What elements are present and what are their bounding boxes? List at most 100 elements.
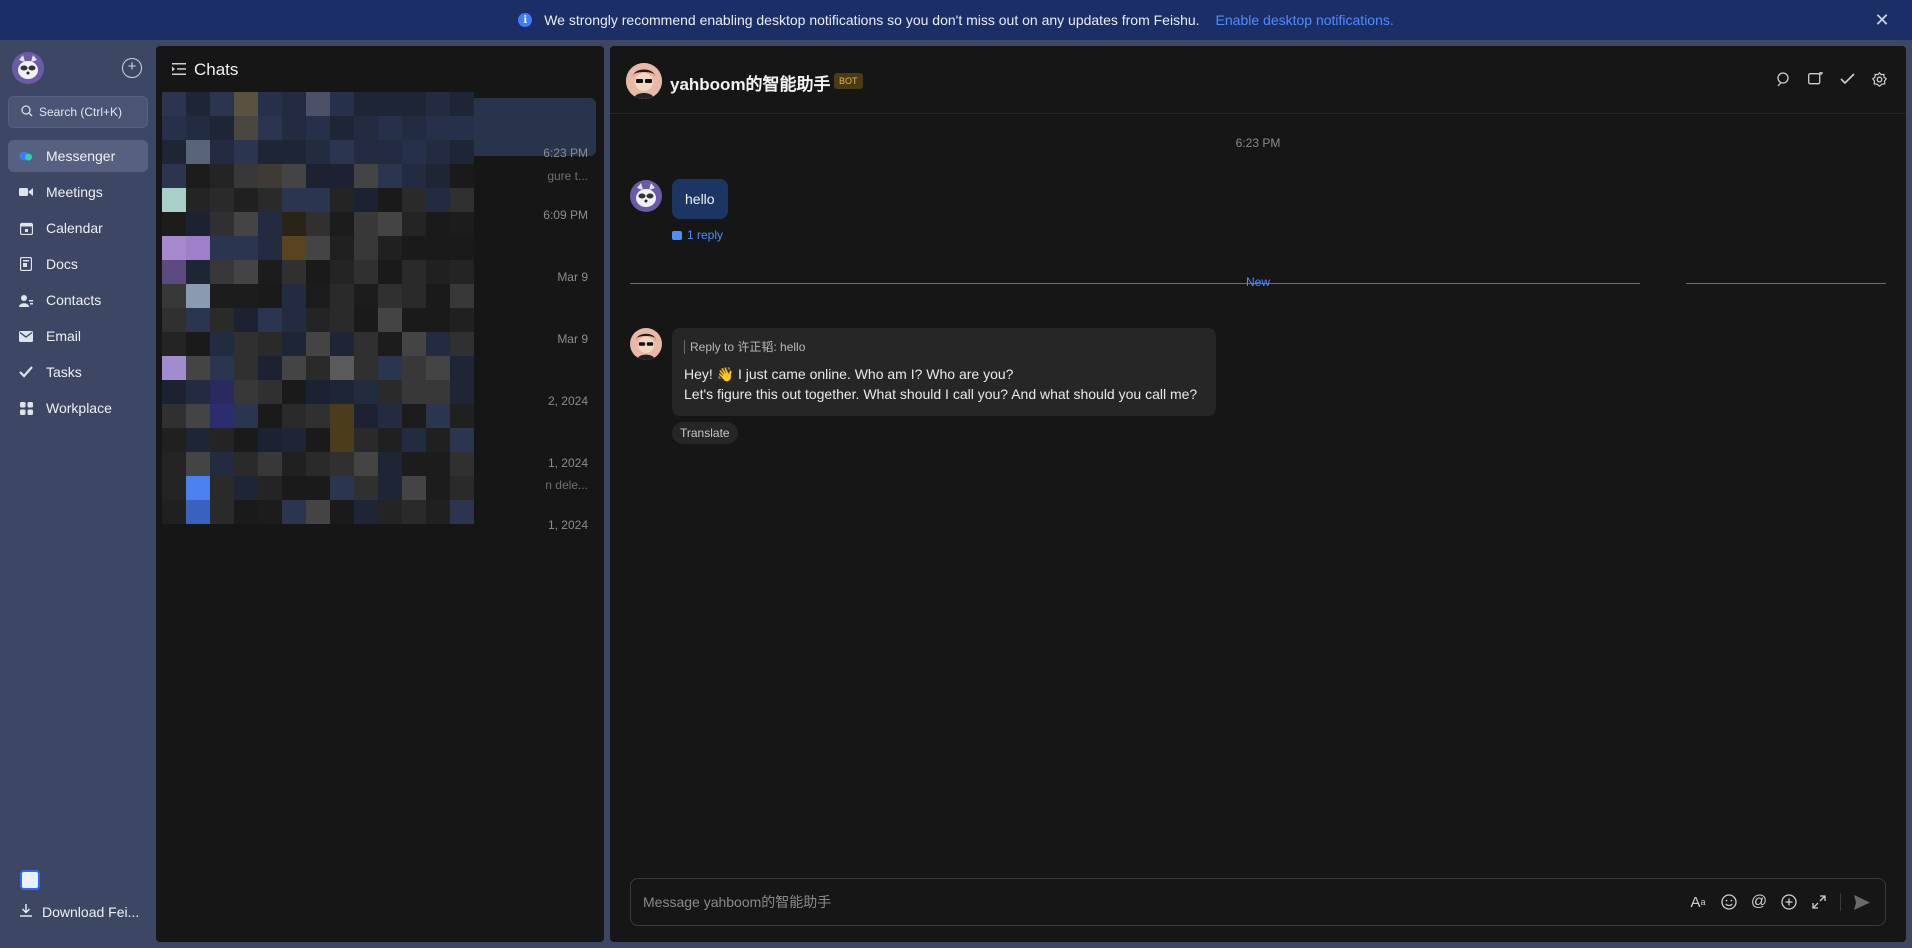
bot-message-avatar[interactable] xyxy=(630,328,662,360)
mosaic-cell xyxy=(354,428,378,452)
reply-thread-link[interactable]: 1 reply xyxy=(672,228,723,242)
mosaic-cell xyxy=(426,164,450,188)
message-composer: Aa @ xyxy=(630,878,1886,926)
mosaic-cell xyxy=(426,308,450,332)
mosaic-cell xyxy=(282,116,306,140)
mosaic-cell xyxy=(234,284,258,308)
text-format-icon[interactable]: Aa xyxy=(1688,893,1708,911)
download-button[interactable]: Download Fei... xyxy=(20,904,139,920)
mosaic-cell xyxy=(306,188,330,212)
mosaic-cell xyxy=(282,284,306,308)
mosaic-cell xyxy=(450,404,474,428)
bot-avatar[interactable] xyxy=(626,63,662,99)
mosaic-cell xyxy=(258,284,282,308)
mosaic-cell xyxy=(306,452,330,476)
mosaic-cell xyxy=(450,476,474,500)
mosaic-cell xyxy=(426,500,450,524)
message-timestamp: 6:23 PM xyxy=(1235,136,1281,150)
mosaic-cell xyxy=(306,476,330,500)
sidebar-item-calendar[interactable]: Calendar xyxy=(8,212,148,244)
translate-button[interactable]: Translate xyxy=(672,422,738,444)
mosaic-cell xyxy=(282,404,306,428)
mosaic-cell xyxy=(162,236,186,260)
mosaic-cell xyxy=(402,284,426,308)
sidebar-item-docs[interactable]: Docs xyxy=(8,248,148,280)
chat-time: 6:23 PM xyxy=(543,146,588,160)
bot-message-bubble[interactable]: Reply to 许正韬: hello Hey! 👋 I just came o… xyxy=(672,328,1216,416)
mosaic-cell xyxy=(306,380,330,404)
mosaic-cell xyxy=(354,332,378,356)
mosaic-cell xyxy=(210,332,234,356)
mosaic-cell xyxy=(186,404,210,428)
mosaic-cell xyxy=(378,332,402,356)
mosaic-cell xyxy=(426,212,450,236)
mosaic-cell xyxy=(162,308,186,332)
blurred-chat-list[interactable] xyxy=(162,92,594,542)
mosaic-cell xyxy=(210,284,234,308)
sidebar-item-label: Email xyxy=(46,328,82,344)
thread-icon xyxy=(672,230,682,240)
mosaic-cell xyxy=(426,356,450,380)
mosaic-cell xyxy=(354,476,378,500)
mosaic-cell xyxy=(306,500,330,524)
feishu-app-icon[interactable] xyxy=(20,870,40,890)
mosaic-cell xyxy=(402,404,426,428)
task-check-icon[interactable] xyxy=(1838,70,1856,88)
mosaic-cell xyxy=(450,332,474,356)
expand-icon[interactable] xyxy=(1810,893,1828,911)
bot-message-line: Hey! 👋 I just came online. Who am I? Who… xyxy=(684,366,1014,382)
my-message-bubble[interactable]: hello xyxy=(672,179,728,219)
sidebar-item-contacts[interactable]: Contacts xyxy=(8,284,148,316)
reply-quote[interactable]: Reply to 许正韬: hello xyxy=(684,340,1204,354)
gear-icon[interactable] xyxy=(1870,70,1888,88)
mosaic-cell xyxy=(402,164,426,188)
mosaic-cell xyxy=(210,212,234,236)
mosaic-cell xyxy=(258,188,282,212)
add-icon[interactable]: + xyxy=(122,58,142,78)
mosaic-cell xyxy=(258,260,282,284)
sidebar-item-email[interactable]: Email xyxy=(8,320,148,352)
mention-icon[interactable]: @ xyxy=(1750,893,1768,911)
mosaic-cell xyxy=(186,92,210,116)
mosaic-cell xyxy=(306,140,330,164)
mosaic-cell xyxy=(330,212,354,236)
sidebar-item-meetings[interactable]: Meetings xyxy=(8,176,148,208)
mosaic-cell xyxy=(258,356,282,380)
mosaic-cell xyxy=(402,260,426,284)
mosaic-cell xyxy=(186,140,210,164)
mosaic-cell xyxy=(426,284,450,308)
mosaic-cell xyxy=(258,404,282,428)
docs-icon xyxy=(18,256,34,272)
mosaic-cell xyxy=(282,356,306,380)
add-tab-icon[interactable] xyxy=(1806,70,1824,88)
close-icon[interactable]: ✕ xyxy=(1872,10,1892,30)
sender-avatar[interactable] xyxy=(630,180,662,212)
list-collapse-icon[interactable] xyxy=(172,62,186,78)
mosaic-cell xyxy=(162,92,186,116)
enable-notifications-link[interactable]: Enable desktop notifications. xyxy=(1216,12,1394,28)
mosaic-cell xyxy=(282,212,306,236)
send-icon[interactable] xyxy=(1853,893,1871,911)
search-button[interactable]: Search (Ctrl+K) xyxy=(8,96,148,128)
chat-time: Mar 9 xyxy=(557,270,588,284)
mosaic-cell xyxy=(450,500,474,524)
sidebar-item-messenger[interactable]: Messenger xyxy=(8,140,148,172)
emoji-icon[interactable] xyxy=(1720,893,1738,911)
message-input[interactable] xyxy=(643,887,1688,917)
mosaic-cell xyxy=(402,452,426,476)
mosaic-cell xyxy=(426,236,450,260)
mosaic-cell xyxy=(378,380,402,404)
mosaic-cell xyxy=(186,212,210,236)
search-chat-icon[interactable] xyxy=(1774,70,1792,88)
bot-face-icon xyxy=(630,328,662,360)
mosaic-cell xyxy=(186,332,210,356)
sidebar-item-tasks[interactable]: Tasks xyxy=(8,356,148,388)
user-avatar[interactable] xyxy=(12,52,44,84)
mosaic-cell xyxy=(162,500,186,524)
mosaic-cell xyxy=(330,380,354,404)
sidebar-item-label: Messenger xyxy=(46,148,116,164)
add-attachment-icon[interactable] xyxy=(1780,893,1798,911)
sidebar-item-workplace[interactable]: Workplace xyxy=(8,392,148,424)
chat-time: 6:09 PM xyxy=(543,208,588,222)
mosaic-cell xyxy=(402,212,426,236)
